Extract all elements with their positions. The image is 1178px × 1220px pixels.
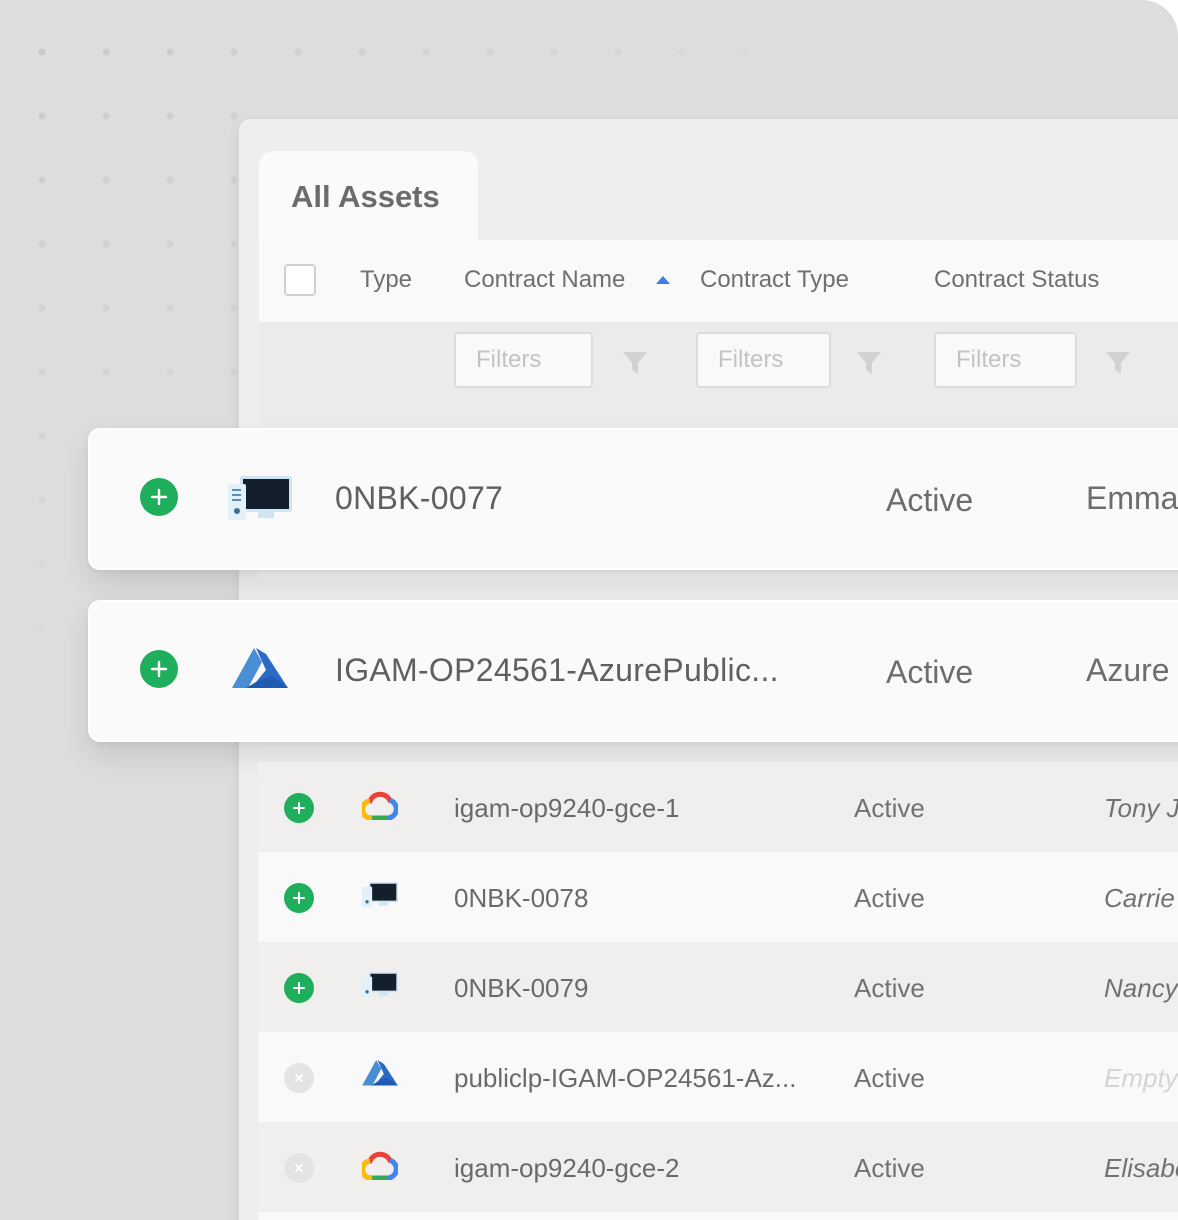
decorative-dot: [742, 48, 750, 56]
filter-funnel-icon[interactable]: [1106, 352, 1130, 374]
owner-name: Nancy: [1104, 973, 1178, 1003]
tab-all-assets[interactable]: All Assets: [259, 151, 478, 241]
decorative-dot: [486, 48, 494, 56]
contract-name: publiclp-IGAM-OP24561-Az...: [454, 1063, 797, 1093]
decorative-dot: [230, 240, 238, 248]
owner-name: Emma: [1086, 480, 1178, 516]
contract-status-filter-input[interactable]: [934, 332, 1077, 388]
filter-funnel-icon[interactable]: [857, 352, 881, 374]
decorative-dot: [230, 304, 238, 312]
column-header-contract-status[interactable]: Contract Status: [934, 266, 1099, 294]
azure-icon: [362, 1060, 398, 1086]
server-monitor-icon: [228, 476, 292, 520]
filter-funnel-icon[interactable]: [623, 352, 647, 374]
decorative-dot: [38, 176, 46, 184]
owner-name: Azure: [1086, 652, 1170, 688]
owner-name: Elisabeth: [1104, 1153, 1178, 1183]
decorative-dot: [614, 48, 622, 56]
contract-name: 0NBK-0078: [454, 883, 589, 913]
sort-ascending-icon[interactable]: [656, 276, 670, 284]
remove-icon[interactable]: [284, 1063, 314, 1093]
decorative-dot: [102, 368, 110, 376]
decorative-dot: [38, 368, 46, 376]
google-cloud-icon: [362, 1151, 398, 1180]
row-edge: [258, 1212, 1178, 1220]
decorative-dot: [678, 48, 686, 56]
decorative-dot: [102, 48, 110, 56]
decorative-dot: [166, 304, 174, 312]
decorative-dot: [422, 48, 430, 56]
filter-row: [259, 322, 1178, 426]
background-canvas: All Assets Type Contract Name Contract T…: [0, 0, 1178, 1220]
contract-name: IGAM-OP24561-AzurePublic...: [335, 652, 779, 688]
decorative-dot: [38, 624, 46, 632]
contract-name: igam-op9240-gce-2: [454, 1153, 680, 1183]
contract-status: Active: [886, 482, 974, 518]
contract-name-filter-input[interactable]: [454, 332, 593, 388]
tab-all-assets-label: All Assets: [291, 179, 440, 214]
featured-row[interactable]: IGAM-OP24561-AzurePublic... Active Azure: [88, 600, 1178, 742]
table-row[interactable]: igam-op9240-gce-2 Active Elisabeth: [258, 1122, 1178, 1212]
column-header-type[interactable]: Type: [360, 266, 412, 294]
contract-name: igam-op9240-gce-1: [454, 793, 680, 823]
decorative-dot: [102, 176, 110, 184]
table-row[interactable]: publiclp-IGAM-OP24561-Az... Active Empty: [258, 1032, 1178, 1122]
decorative-dot: [166, 240, 174, 248]
contract-status: Active: [854, 1063, 925, 1093]
table-row[interactable]: 0NBK-0078 Active Carrie: [258, 852, 1178, 942]
decorative-dot: [102, 304, 110, 312]
decorative-dot: [38, 496, 46, 504]
decorative-dot: [38, 240, 46, 248]
decorative-dot: [550, 48, 558, 56]
contract-name: 0NBK-0079: [454, 973, 589, 1003]
contract-status: Active: [854, 793, 925, 823]
table-header: Type Contract Name Contract Type Contrac…: [259, 240, 1178, 322]
add-icon[interactable]: [284, 883, 314, 913]
remove-icon[interactable]: [284, 1153, 314, 1183]
decorative-dot: [38, 112, 46, 120]
table-row[interactable]: 0NBK-0079 Active Nancy: [258, 942, 1178, 1032]
decorative-dot: [294, 48, 302, 56]
add-icon[interactable]: [284, 973, 314, 1003]
decorative-dot: [38, 48, 46, 56]
decorative-dot: [102, 112, 110, 120]
decorative-dot: [166, 368, 174, 376]
decorative-dot: [230, 176, 238, 184]
contract-name: 0NBK-0077: [335, 480, 504, 516]
decorative-dot: [166, 48, 174, 56]
decorative-dot: [38, 560, 46, 568]
decorative-dot: [230, 368, 238, 376]
add-icon[interactable]: [140, 650, 178, 688]
featured-row[interactable]: 0NBK-0077 Active Emma: [88, 428, 1178, 570]
azure-icon: [232, 648, 288, 688]
table-row[interactable]: igam-op9240-gce-1 Active Tony J: [258, 762, 1178, 852]
owner-name-empty: Empty: [1104, 1063, 1178, 1093]
decorative-dot: [102, 240, 110, 248]
contract-status: Active: [854, 973, 925, 1003]
column-header-contract-type[interactable]: Contract Type: [700, 266, 849, 294]
contract-status: Active: [854, 1153, 925, 1183]
decorative-dot: [230, 48, 238, 56]
decorative-dot: [230, 112, 238, 120]
contract-status: Active: [886, 654, 974, 690]
contract-status: Active: [854, 883, 925, 913]
add-icon[interactable]: [140, 478, 178, 516]
decorative-dot: [38, 304, 46, 312]
decorative-dot: [358, 48, 366, 56]
decorative-dot: [166, 112, 174, 120]
decorative-dot: [38, 432, 46, 440]
google-cloud-icon: [362, 791, 398, 820]
server-monitor-icon: [362, 972, 398, 997]
column-header-contract-name[interactable]: Contract Name: [464, 266, 625, 294]
select-all-checkbox[interactable]: [284, 264, 316, 296]
owner-name: Tony J: [1104, 793, 1178, 823]
owner-name: Carrie: [1104, 883, 1175, 913]
decorative-dot: [166, 176, 174, 184]
add-icon[interactable]: [284, 793, 314, 823]
contract-type-filter-input[interactable]: [696, 332, 831, 388]
server-monitor-icon: [362, 882, 398, 907]
